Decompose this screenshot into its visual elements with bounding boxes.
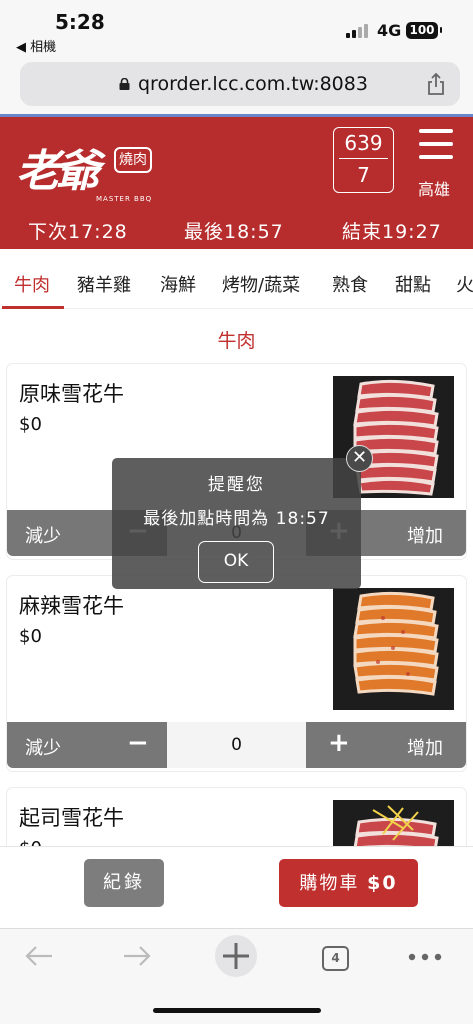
quantity-value: 0 [167,722,306,768]
time-info-row: 下次17:28 最後18:57 結束19:27 [0,213,473,249]
product-image [333,588,454,710]
status-time: 5:28 [55,10,105,34]
logo-text: 老爺 [16,146,100,197]
category-tabs: 牛肉 豬羊雞 海鮮 烤物/蔬菜 熟食 甜點 火 [0,249,473,309]
table-info: 639 7 [333,127,394,193]
increase-label: 增加 [407,526,443,547]
tab-hotpot[interactable]: 火 [456,271,473,297]
product-price: $0 [19,626,42,647]
address-bar[interactable]: qrorder.lcc.com.tw:8083 [20,62,460,106]
dialog-title: 提醒您 [208,475,265,495]
browser-address-area: qrorder.lcc.com.tw:8083 [0,56,473,114]
tab-pork-lamb-chicken[interactable]: 豬羊雞 [77,271,131,297]
next-order-time: 下次17:28 [28,221,128,243]
tab-grilled-vegetables[interactable]: 烤物/蔬菜 [222,271,300,297]
product-name: 麻辣雪花牛 [19,594,124,618]
increase-label: 增加 [407,738,443,759]
order-record-button[interactable]: 紀錄 [84,859,164,907]
lock-icon [119,78,130,90]
increase-button[interactable]: + 增加 [306,722,466,768]
cart-button[interactable]: 購物車 $0 [279,859,418,907]
dialog-message: 最後加點時間為 18:57 [143,509,330,529]
decrease-label: 減少 [25,526,61,547]
tab-seafood[interactable]: 海鮮 [160,271,196,297]
hamburger-menu-icon[interactable] [419,129,453,159]
back-to-app-link[interactable]: ◀ 相機 [16,36,56,55]
decrease-button[interactable]: 減少 − [7,722,167,768]
product-price: $0 [19,414,42,435]
network-type: 4G [377,21,402,40]
restaurant-header: 老爺 燒肉 MASTER BBQ 639 7 高雄 下次17:28 最後18:5… [0,117,473,249]
plus-icon: + [328,728,350,758]
back-arrow-icon[interactable] [24,944,54,968]
decrease-label: 減少 [25,738,61,759]
section-title: 牛肉 [217,330,256,352]
tab-cooked-food[interactable]: 熟食 [332,271,368,297]
active-tab-indicator [2,306,64,309]
new-tab-plus-icon[interactable] [214,934,258,978]
logo-subtitle: MASTER BBQ [96,195,153,203]
cart-total: $0 [367,872,398,894]
tab-dessert[interactable]: 甜點 [395,271,431,297]
product-card: 麻辣雪花牛 $0 減少 − 0 + 增加 [7,576,466,771]
status-bar: 5:28 ◀ 相機 4G 100 [0,0,473,56]
signal-icon [346,24,372,38]
bottom-action-bar: 紀錄 購物車 $0 [0,846,473,928]
logo-stamp: 燒肉 [114,147,152,173]
close-icon[interactable]: ✕ [346,445,373,472]
forward-arrow-icon[interactable] [122,944,152,968]
more-options-icon[interactable] [408,953,442,961]
tabs-count-icon[interactable]: 4 [322,946,349,971]
battery-icon: 100 [406,22,442,39]
last-order-time: 最後18:57 [184,221,284,243]
table-number: 639 [339,128,388,159]
table-sequence: 7 [357,163,370,187]
minus-icon: − [127,728,149,758]
restaurant-logo: 老爺 燒肉 MASTER BBQ [16,135,156,205]
reminder-dialog: 提醒您 最後加點時間為 18:57 OK ✕ [112,445,373,589]
product-name: 原味雪花牛 [19,382,124,406]
url-text: qrorder.lcc.com.tw:8083 [138,73,368,95]
tab-beef[interactable]: 牛肉 [14,271,50,297]
end-time: 結束19:27 [342,221,442,243]
cart-label: 購物車 [299,873,360,894]
share-icon[interactable] [426,72,446,96]
quantity-control: 減少 − 0 + 增加 [7,722,466,768]
ok-button[interactable]: OK [198,541,274,583]
product-name: 起司雪花牛 [19,806,124,830]
store-name: 高雄 [418,180,451,199]
home-indicator [153,1008,321,1013]
